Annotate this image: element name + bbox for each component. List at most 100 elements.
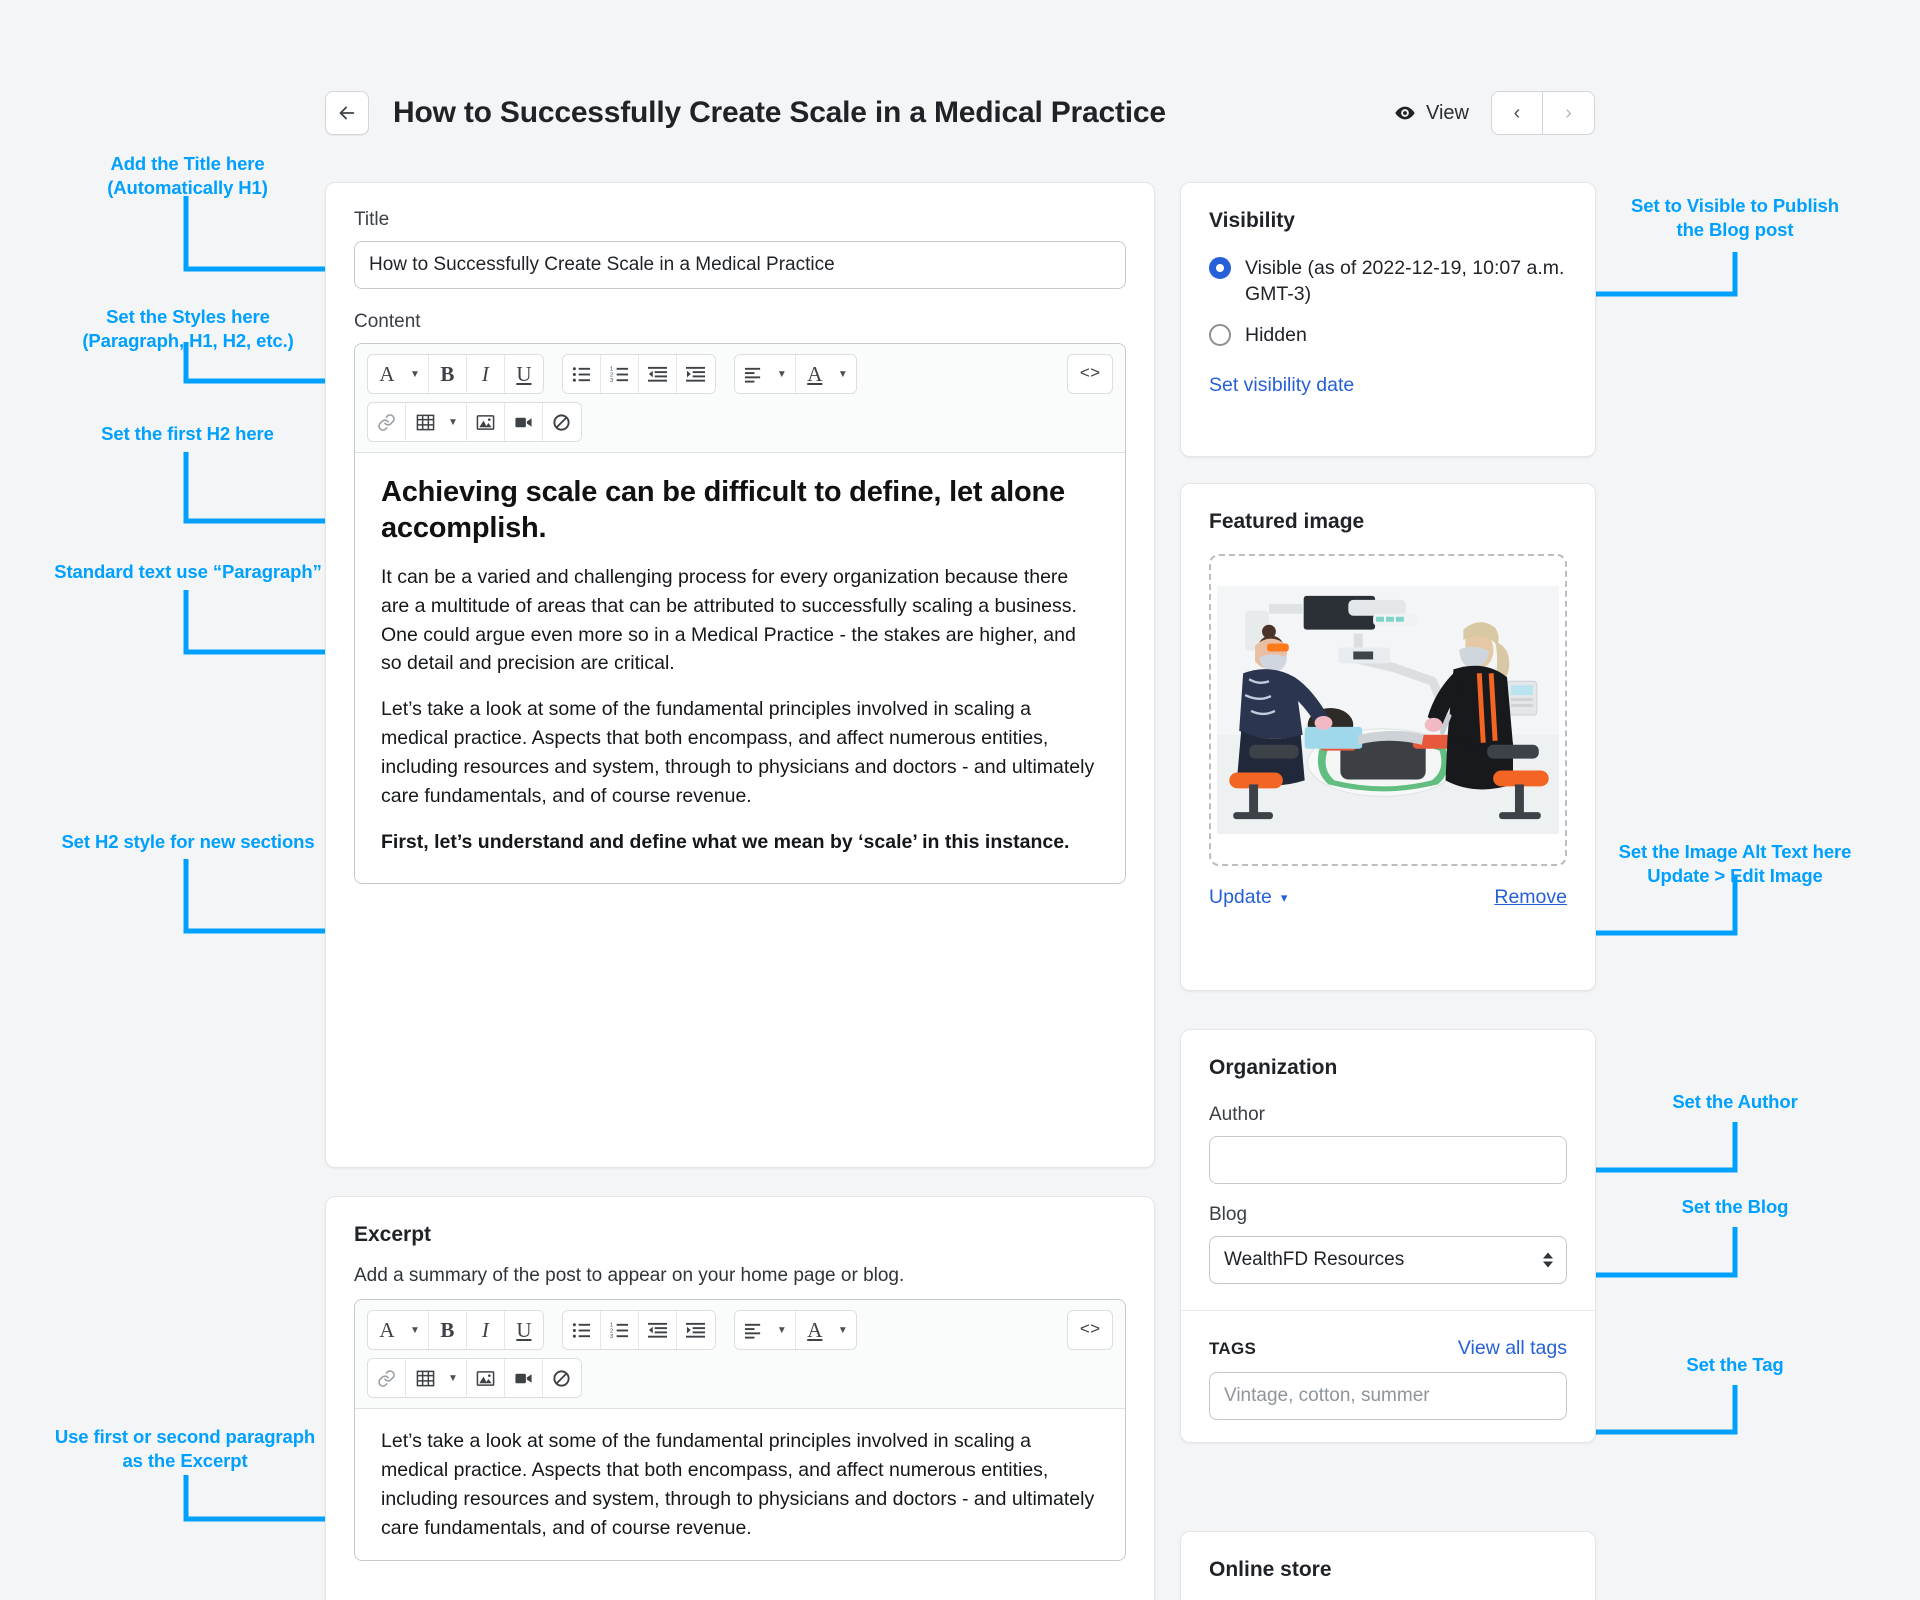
view-button[interactable]: View (1394, 102, 1469, 125)
excerpt-align-color-group: ▼ A ▼ (733, 1310, 857, 1350)
page-title: How to Successfully Create Scale in a Me… (393, 96, 1166, 129)
post-navigation: ‹ › (1491, 91, 1595, 135)
svg-text:3: 3 (610, 1334, 613, 1340)
organization-card: Organization Author Blog TAGS View all t… (1180, 1029, 1596, 1443)
excerpt-table-icon[interactable] (406, 1359, 444, 1397)
content-paragraph-2: Let’s take a look at some of the fundame… (381, 698, 1095, 807)
excerpt-clear-format-icon[interactable] (542, 1359, 581, 1397)
excerpt-bullet-list-icon[interactable] (562, 1311, 601, 1349)
visibility-option-hidden[interactable]: Hidden (1209, 322, 1567, 348)
bullet-list-icon[interactable] (562, 355, 601, 393)
excerpt-numbered-list-icon[interactable]: 123 (600, 1311, 639, 1349)
hidden-radio[interactable] (1209, 323, 1231, 346)
visible-label: Visible (as of 2022-12-19, 10:07 a.m. GM… (1245, 257, 1565, 306)
excerpt-insert-group: ▼ (367, 1358, 582, 1398)
content-heading-2: What is Scale? (381, 881, 1099, 883)
excerpt-link-icon[interactable] (368, 1359, 406, 1397)
content-heading-1: Achieving scale can be difficult to defi… (381, 476, 1065, 544)
excerpt-align-caret-icon[interactable]: ▼ (772, 1311, 796, 1349)
update-caret-icon: ▾ (1280, 889, 1288, 905)
excerpt-toolbar: A ▼ B I U 123 ▼ A ▼ <> ▼ (355, 1300, 1125, 1409)
content-rich-text-editor: A ▼ B I U 123 ▼ A ▼ <> ▼ Achieving scale… (354, 343, 1126, 884)
style-dropdown-caret-icon[interactable]: ▼ (406, 355, 429, 393)
excerpt-italic-button[interactable]: I (466, 1311, 505, 1349)
title-input[interactable] (354, 241, 1126, 289)
content-align-color-group: ▼ A ▼ (733, 354, 857, 394)
featured-image-card: Featured image Update ▾ Remove (1180, 483, 1596, 991)
back-button[interactable] (325, 91, 369, 135)
excerpt-image-icon[interactable] (466, 1359, 505, 1397)
align-dropdown-caret-icon[interactable]: ▼ (772, 355, 796, 393)
excerpt-style-dropdown-caret-icon[interactable]: ▼ (406, 1311, 429, 1349)
video-icon[interactable] (504, 403, 543, 441)
tags-input[interactable] (1209, 1372, 1567, 1420)
text-color-button[interactable]: A (795, 355, 834, 393)
underline-button[interactable]: U (504, 355, 543, 393)
link-icon[interactable] (368, 403, 406, 441)
excerpt-indent-icon[interactable] (676, 1311, 715, 1349)
next-post-button[interactable]: › (1543, 91, 1595, 135)
bold-button[interactable]: B (428, 355, 467, 393)
annotation-set-blog: Set the Blog (1681, 1196, 1789, 1217)
indent-icon[interactable] (676, 355, 715, 393)
tags-header: TAGS View all tags (1209, 1337, 1567, 1360)
excerpt-editable-body[interactable]: Let’s take a look at some of the fundame… (355, 1409, 1125, 1560)
hidden-label: Hidden (1245, 323, 1307, 346)
excerpt-rich-text-editor: A ▼ B I U 123 ▼ A ▼ <> ▼ Let’s take a lo… (354, 1299, 1126, 1562)
italic-button[interactable]: I (466, 355, 505, 393)
view-label: View (1426, 101, 1469, 124)
excerpt-underline-button[interactable]: U (504, 1311, 543, 1349)
style-dropdown-button[interactable]: A (368, 355, 406, 393)
excerpt-format-group: A ▼ B I U (367, 1310, 544, 1350)
align-icon[interactable] (734, 355, 773, 393)
remove-image-button[interactable]: Remove (1494, 886, 1567, 909)
author-field-label: Author (1209, 1104, 1265, 1125)
blog-post-editor-page: Add the Title here (Automatically H1) Se… (0, 0, 1920, 1600)
view-all-tags-link[interactable]: View all tags (1458, 1337, 1567, 1360)
previous-post-button[interactable]: ‹ (1491, 91, 1543, 135)
content-paragraph-1: It can be a varied and challenging proce… (381, 565, 1077, 675)
excerpt-heading: Excerpt (354, 1223, 432, 1246)
text-color-caret-icon[interactable]: ▼ (833, 355, 856, 393)
excerpt-code-view-button[interactable]: <> (1067, 1310, 1113, 1350)
annotation-standard-text: Standard text use “Paragraph” (54, 561, 322, 582)
content-editable-body[interactable]: Achieving scale can be difficult to defi… (355, 453, 1125, 883)
excerpt-table-caret-icon[interactable]: ▼ (444, 1359, 467, 1397)
author-input[interactable] (1209, 1136, 1567, 1184)
update-image-button[interactable]: Update ▾ (1209, 886, 1287, 909)
visibility-heading: Visibility (1209, 209, 1295, 232)
blog-select[interactable] (1209, 1236, 1567, 1284)
code-view-button[interactable]: <> (1067, 354, 1113, 394)
featured-image-dropzone[interactable] (1209, 554, 1567, 866)
clear-format-icon[interactable] (542, 403, 581, 441)
excerpt-bold-button[interactable]: B (428, 1311, 467, 1349)
featured-image-thumbnail[interactable] (1217, 586, 1559, 834)
excerpt-align-icon[interactable] (734, 1311, 773, 1349)
eye-icon (1395, 106, 1415, 120)
annotation-visible-publish: Set to Visible to Publish the Blog post (1631, 195, 1839, 241)
excerpt-outdent-icon[interactable] (638, 1311, 677, 1349)
annotation-set-tag: Set the Tag (1686, 1354, 1784, 1375)
content-toolbar: A ▼ B I U 123 ▼ A ▼ <> ▼ (355, 344, 1125, 453)
set-visibility-date-link[interactable]: Set visibility date (1209, 374, 1567, 397)
excerpt-text-color-button[interactable]: A (795, 1311, 834, 1349)
visibility-option-visible[interactable]: Visible (as of 2022-12-19, 10:07 a.m. GM… (1209, 255, 1567, 308)
visible-radio[interactable] (1209, 257, 1231, 279)
online-store-card: Online store (1180, 1531, 1596, 1600)
topbar-actions: View ‹ › (1394, 91, 1595, 135)
annotation-title-here: Add the Title here (Automatically H1) (107, 153, 268, 199)
outdent-icon[interactable] (638, 355, 677, 393)
excerpt-video-icon[interactable] (504, 1359, 543, 1397)
image-icon[interactable] (466, 403, 505, 441)
organization-heading: Organization (1209, 1056, 1338, 1079)
numbered-list-icon[interactable]: 123 (600, 355, 639, 393)
post-editor-card: Title Content A ▼ B I U (325, 182, 1155, 1168)
excerpt-text-color-caret-icon[interactable]: ▼ (833, 1311, 856, 1349)
table-dropdown-caret-icon[interactable]: ▼ (444, 403, 467, 441)
excerpt-style-dropdown-button[interactable]: A (368, 1311, 406, 1349)
svg-text:3: 3 (610, 378, 613, 384)
table-icon[interactable] (406, 403, 444, 441)
annotation-image-alt: Set the Image Alt Text here Update > Edi… (1618, 841, 1852, 887)
editor-topbar: How to Successfully Create Scale in a Me… (325, 85, 1595, 141)
content-field-label: Content (354, 311, 421, 332)
